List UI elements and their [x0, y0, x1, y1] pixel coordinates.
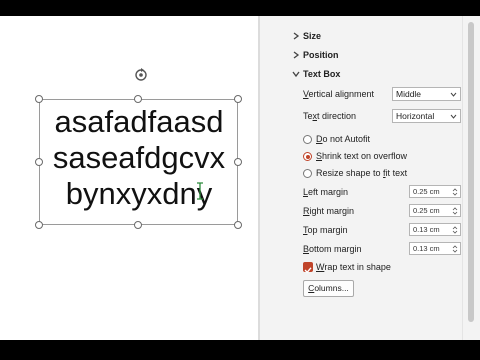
text-direction-value: Horizontal: [396, 111, 435, 121]
text-direction-label-a: Te: [303, 111, 313, 121]
columns-button[interactable]: Columns...: [303, 280, 354, 297]
resize-handle-left[interactable]: [35, 158, 43, 166]
right-margin-value: 0.25 cm: [413, 206, 440, 215]
wrap-text-label[interactable]: Wrap text in shape: [316, 262, 391, 272]
right-margin-text: ight margin: [309, 206, 355, 216]
top-margin-value: 0.13 cm: [413, 225, 440, 234]
vertical-alignment-value: Middle: [396, 89, 422, 99]
right-margin-label: Right margin: [303, 206, 354, 216]
chevron-right-icon[interactable]: [291, 50, 301, 60]
spinner-arrows-icon[interactable]: [452, 225, 458, 235]
chevron-right-icon[interactable]: [291, 31, 301, 41]
resize-shape-label[interactable]: Resize shape to fit text: [316, 168, 407, 178]
left-margin-label: Left margin: [303, 187, 348, 197]
chevron-down-icon: [450, 114, 457, 119]
bottom-margin-spinner[interactable]: 0.13 cm: [409, 242, 461, 255]
resize-handle-bottom-right[interactable]: [234, 221, 242, 229]
text-line-1: asafadfaasd: [54, 104, 224, 139]
shrink-text-radio[interactable]: [303, 152, 312, 161]
section-size[interactable]: Size: [303, 31, 321, 41]
text-box-content[interactable]: asafadfaasd saseafdgcvx bynxyxdny: [40, 104, 238, 212]
bottom-margin-label: Bottom margin: [303, 244, 362, 254]
spinner-arrows-icon[interactable]: [452, 187, 458, 197]
screen: asafadfaasd saseafdgcvx bynxyxdny Size P…: [0, 0, 480, 360]
text-direction-label: Text direction: [303, 111, 356, 121]
chevron-down-icon: [450, 92, 457, 97]
pane-scrollbar[interactable]: [462, 16, 480, 340]
wrap-text-text: rap text in shape: [324, 262, 391, 272]
resize-handle-top-right[interactable]: [234, 95, 242, 103]
text-direction-dropdown[interactable]: Horizontal: [392, 109, 461, 123]
top-margin-text: op margin: [307, 225, 348, 235]
shrink-text-label[interactable]: Shrink text on overflow: [316, 151, 407, 161]
do-not-autofit-radio[interactable]: [303, 135, 312, 144]
format-shape-pane: [260, 16, 462, 340]
resize-handle-bottom[interactable]: [134, 221, 142, 229]
left-margin-value: 0.25 cm: [413, 187, 440, 196]
text-line-2: saseafdgcvx: [52, 140, 226, 175]
letterbox-top: [0, 0, 480, 16]
resize-handle-top[interactable]: [134, 95, 142, 103]
spinner-arrows-icon[interactable]: [452, 244, 458, 254]
resize-handle-bottom-left[interactable]: [35, 221, 43, 229]
columns-text: olumns...: [314, 283, 349, 293]
left-margin-text: eft margin: [308, 187, 349, 197]
resize-shape-text: it text: [385, 168, 408, 178]
spinner-arrows-icon[interactable]: [452, 206, 458, 216]
wrap-text-checkbox[interactable]: [303, 262, 313, 274]
chevron-down-icon[interactable]: [291, 69, 301, 79]
resize-handle-top-left[interactable]: [35, 95, 43, 103]
pane-scrollbar-thumb[interactable]: [468, 22, 474, 322]
section-position[interactable]: Position: [303, 50, 339, 60]
do-not-autofit-text: o not Autofit: [322, 134, 371, 144]
checkmark-icon: [304, 267, 312, 274]
shrink-text-text: hrink text on overflow: [322, 151, 408, 161]
text-line-3: bynxyxdny: [65, 176, 213, 211]
top-margin-label: Top margin: [303, 225, 348, 235]
vertical-alignment-dropdown[interactable]: Middle: [392, 87, 461, 101]
vertical-alignment-label-text: ertical alignment: [308, 89, 375, 99]
vertical-alignment-label: Vertical alignment: [303, 89, 374, 99]
bottom-margin-value: 0.13 cm: [413, 244, 440, 253]
text-direction-label-rest: t direction: [317, 111, 357, 121]
resize-shape-radio[interactable]: [303, 169, 312, 178]
rotate-handle-icon[interactable]: [132, 66, 150, 84]
letterbox-bottom: [0, 340, 480, 360]
left-margin-spinner[interactable]: 0.25 cm: [409, 185, 461, 198]
do-not-autofit-label[interactable]: Do not Autofit: [316, 134, 370, 144]
resize-shape-pre: Resize shape to: [316, 168, 384, 178]
top-margin-spinner[interactable]: 0.13 cm: [409, 223, 461, 236]
section-text-box[interactable]: Text Box: [303, 69, 340, 79]
right-margin-spinner[interactable]: 0.25 cm: [409, 204, 461, 217]
resize-handle-right[interactable]: [234, 158, 242, 166]
text-cursor-icon: [197, 182, 203, 200]
bottom-margin-text: ottom margin: [309, 244, 362, 254]
